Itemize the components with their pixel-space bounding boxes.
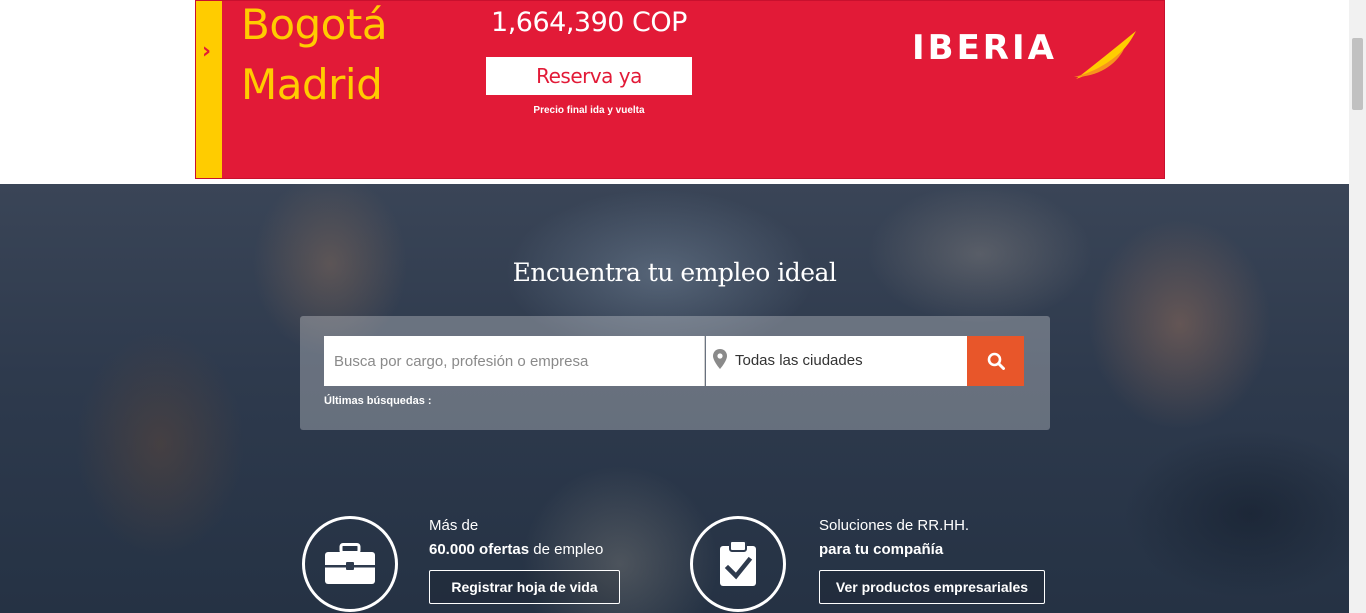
page-scrollbar[interactable]: [1349, 0, 1366, 613]
job-search-input[interactable]: [324, 336, 705, 386]
ad-price-note: Precio final ida y vuelta: [533, 105, 645, 116]
ad-reserve-button[interactable]: Reserva ya: [486, 57, 692, 95]
ad-origin-city: Bogotá: [241, 0, 388, 49]
clipboard-check-icon: [720, 540, 756, 586]
briefcase-circle: [302, 516, 398, 612]
business-products-button[interactable]: Ver productos empresariales: [819, 570, 1045, 604]
map-pin-icon: [713, 349, 727, 369]
hero-section: Encuentra tu empleo ideal Todas las ciud…: [0, 184, 1349, 613]
search-button[interactable]: [967, 336, 1024, 386]
briefcase-icon: [325, 543, 375, 584]
search-icon: [987, 352, 1005, 370]
feature-jobs-line2: 60.000 ofertas de empleo: [429, 540, 603, 560]
job-search-panel: Todas las ciudades Últimas búsquedas :: [300, 316, 1050, 430]
city-select[interactable]: Todas las ciudades: [706, 336, 967, 386]
recent-searches-label: Últimas búsquedas :: [324, 395, 432, 407]
iberia-ad-banner[interactable]: › Bogotá Madrid 1,664,390 COP Reserva ya…: [195, 0, 1165, 179]
city-select-value: Todas las ciudades: [735, 352, 863, 369]
clipboard-circle: [690, 516, 786, 612]
ad-destination-city: Madrid: [241, 60, 383, 109]
iberia-wordmark: IBERIA: [912, 28, 1057, 68]
ad-yellow-strip: [196, 1, 222, 178]
feature-business-highlight: para tu compañía: [819, 541, 944, 558]
iberia-wing-icon: [1074, 31, 1136, 79]
feature-business-line2: para tu compañía: [819, 540, 943, 560]
scrollbar-thumb[interactable]: [1352, 38, 1363, 110]
feature-jobs-highlight: 60.000 ofertas: [429, 541, 530, 558]
ad-chevron-right-icon[interactable]: ›: [202, 39, 211, 64]
iberia-logo: IBERIA: [912, 29, 1142, 81]
register-cv-button[interactable]: Registrar hoja de vida: [429, 570, 620, 604]
feature-jobs-line1: Más de: [429, 517, 479, 534]
feature-jobs-rest: de empleo: [529, 541, 604, 558]
feature-business-line1: Soluciones de RR.HH.: [819, 517, 970, 534]
ad-price: 1,664,390 COP: [491, 7, 687, 38]
hero-title: Encuentra tu empleo ideal: [512, 258, 837, 287]
